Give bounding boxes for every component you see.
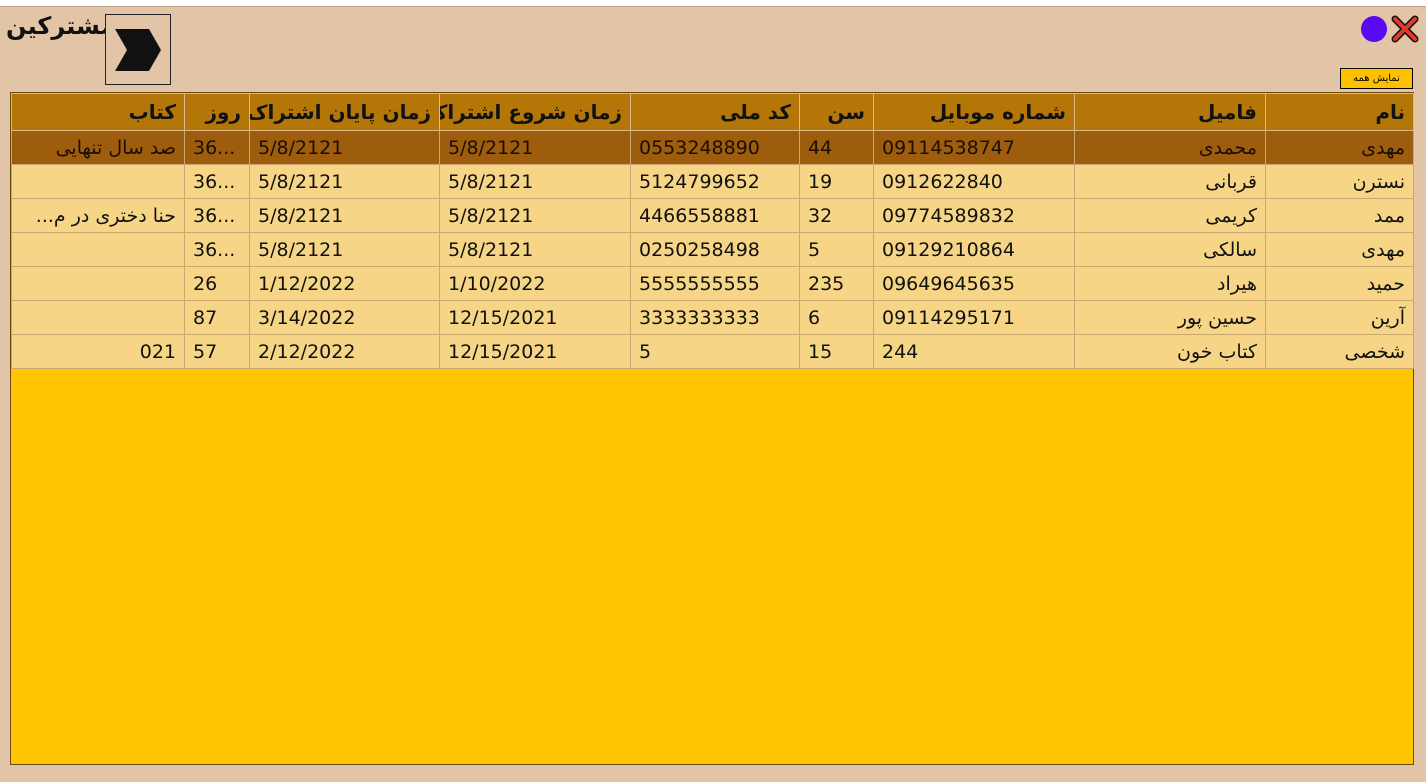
cell-family[interactable]: محمدی [1074, 130, 1266, 165]
column-header-national-code[interactable]: کد ملی [630, 93, 800, 131]
cell-start-date[interactable]: 5/8/2121 [439, 198, 631, 233]
table-row[interactable]: مهدی سالکی 09129210864 5 0250258498 5/8/2121 5… [11, 232, 1414, 267]
column-header-start-date[interactable]: زمان شروع اشتراک [439, 93, 631, 131]
column-header-mobile[interactable]: شماره موبایل [873, 93, 1075, 131]
subscribers-table: نام فامیل شماره موبایل سن کد ملی زمان شر… [11, 93, 1414, 369]
cell-end-date[interactable]: 5/8/2121 [249, 232, 440, 267]
cell-age[interactable]: 32 [799, 198, 874, 233]
cell-name[interactable]: آرین [1265, 300, 1414, 335]
cell-book[interactable]: صد سال تنهایی [11, 130, 185, 165]
cell-family[interactable]: قربانی [1074, 164, 1266, 199]
table-row[interactable]: نسترن قربانی 0912622840 19 5124799652 5/8/212… [11, 164, 1414, 199]
cell-book[interactable]: حنا دختری در م... [11, 198, 185, 233]
cell-age[interactable]: 44 [799, 130, 874, 165]
cell-mobile[interactable]: 244 [873, 334, 1075, 369]
cell-family[interactable]: حسین پور [1074, 300, 1266, 335]
table-row[interactable]: شخصی کتاب خون 244 15 5 12/15/2021 2/12/2022 57 0… [11, 334, 1414, 369]
chevron-right-icon [115, 28, 161, 71]
cell-mobile[interactable]: 09774589832 [873, 198, 1075, 233]
cell-book[interactable] [11, 164, 185, 199]
cell-days[interactable]: 36... [184, 198, 250, 233]
cell-name[interactable]: ممد [1265, 198, 1414, 233]
column-header-days[interactable]: روز [184, 93, 250, 131]
cell-days[interactable]: 36... [184, 164, 250, 199]
cell-name[interactable]: مهدی [1265, 130, 1414, 165]
cell-family[interactable]: کتاب خون [1074, 334, 1266, 369]
table-row[interactable]: آرین حسین پور 09114295171 6 3333333333 12/15/… [11, 300, 1414, 335]
cell-mobile[interactable]: 0912622840 [873, 164, 1075, 199]
cell-mobile[interactable]: 09114295171 [873, 300, 1075, 335]
cell-mobile[interactable]: 09129210864 [873, 232, 1075, 267]
cell-book[interactable] [11, 266, 185, 301]
cell-end-date[interactable]: 5/8/2121 [249, 130, 440, 165]
cell-mobile[interactable]: 09114538747 [873, 130, 1075, 165]
cell-age[interactable]: 6 [799, 300, 874, 335]
cell-family[interactable]: سالکی [1074, 232, 1266, 267]
table-row[interactable]: مهدی محمدی 09114538747 44 0553248890 5/8/2121… [11, 130, 1414, 165]
cell-book[interactable]: 021 [11, 334, 185, 369]
cell-start-date[interactable]: 5/8/2121 [439, 130, 631, 165]
cell-book[interactable] [11, 232, 185, 267]
cell-age[interactable]: 19 [799, 164, 874, 199]
cell-national-code[interactable]: 0553248890 [630, 130, 800, 165]
cell-end-date[interactable]: 5/8/2121 [249, 198, 440, 233]
minimize-button[interactable] [1361, 16, 1387, 42]
cell-mobile[interactable]: 09649645635 [873, 266, 1075, 301]
cell-age[interactable]: 15 [799, 334, 874, 369]
cell-family[interactable]: کریمی [1074, 198, 1266, 233]
cell-national-code[interactable]: 5124799652 [630, 164, 800, 199]
cell-start-date[interactable]: 5/8/2121 [439, 164, 631, 199]
table-row[interactable]: حمید هیراد 09649645635 235 5555555555 1/10/20… [11, 266, 1414, 301]
show-all-button[interactable]: نمایش همه [1340, 68, 1413, 89]
cell-national-code[interactable]: 4466558881 [630, 198, 800, 233]
cell-book[interactable] [11, 300, 185, 335]
cell-end-date[interactable]: 5/8/2121 [249, 164, 440, 199]
cell-national-code[interactable]: 5555555555 [630, 266, 800, 301]
cell-end-date[interactable]: 1/12/2022 [249, 266, 440, 301]
close-button[interactable] [1391, 15, 1419, 43]
cell-age[interactable]: 5 [799, 232, 874, 267]
cell-start-date[interactable]: 12/15/2021 [439, 334, 631, 369]
column-header-family[interactable]: فامیل [1074, 93, 1266, 131]
close-icon [1391, 15, 1419, 43]
cell-days[interactable]: 36... [184, 232, 250, 267]
cell-name[interactable]: نسترن [1265, 164, 1414, 199]
cell-days[interactable]: 87 [184, 300, 250, 335]
cell-start-date[interactable]: 12/15/2021 [439, 300, 631, 335]
header-row: نام فامیل شماره موبایل سن کد ملی زمان شر… [11, 93, 1414, 131]
page-title: مشترکین [6, 12, 116, 40]
cell-start-date[interactable]: 1/10/2022 [439, 266, 631, 301]
subscribers-grid[interactable]: نام فامیل شماره موبایل سن کد ملی زمان شر… [10, 92, 1414, 765]
table-body: مهدی محمدی 09114538747 44 0553248890 5/8/2121… [11, 130, 1414, 369]
cell-end-date[interactable]: 2/12/2022 [249, 334, 440, 369]
cell-national-code[interactable]: 5 [630, 334, 800, 369]
column-header-end-date[interactable]: زمان پایان اشتراک [249, 93, 440, 131]
window-top-border [0, 0, 1426, 7]
back-button[interactable] [105, 14, 171, 85]
column-header-name[interactable]: نام [1265, 93, 1414, 131]
cell-days[interactable]: 36... [184, 130, 250, 165]
cell-name[interactable]: شخصی [1265, 334, 1414, 369]
cell-name[interactable]: مهدی [1265, 232, 1414, 267]
table-row[interactable]: ممد کریمی 09774589832 32 4466558881 5/8/2121 5… [11, 198, 1414, 233]
cell-age[interactable]: 235 [799, 266, 874, 301]
cell-name[interactable]: حمید [1265, 266, 1414, 301]
cell-national-code[interactable]: 3333333333 [630, 300, 800, 335]
cell-end-date[interactable]: 3/14/2022 [249, 300, 440, 335]
cell-family[interactable]: هیراد [1074, 266, 1266, 301]
column-header-age[interactable]: سن [799, 93, 874, 131]
cell-days[interactable]: 57 [184, 334, 250, 369]
cell-national-code[interactable]: 0250258498 [630, 232, 800, 267]
cell-start-date[interactable]: 5/8/2121 [439, 232, 631, 267]
cell-days[interactable]: 26 [184, 266, 250, 301]
column-header-book[interactable]: کتاب [11, 93, 185, 131]
